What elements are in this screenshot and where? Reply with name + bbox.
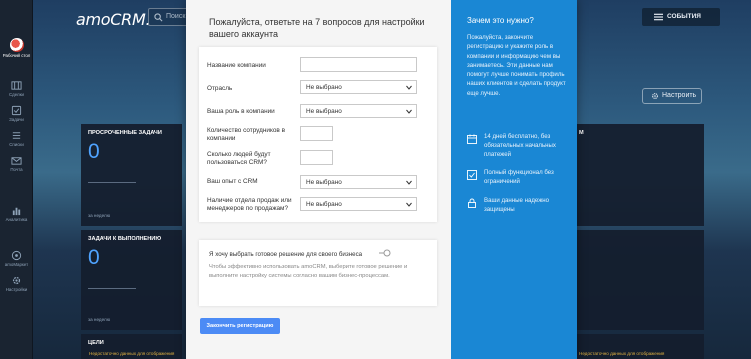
sidebar-item-label: Списки bbox=[9, 142, 24, 147]
sidebar-item-dashboard[interactable]: Рабочий стол bbox=[0, 38, 33, 59]
crm-users-label: Сколько людей будут пользоваться CRM? bbox=[207, 151, 271, 166]
industry-select[interactable]: Не выбрано bbox=[300, 80, 417, 94]
modal-form-panel: Пожалуйста, ответьте на 7 вопросов для н… bbox=[186, 0, 451, 359]
sidebar-item-label: Почта bbox=[10, 167, 23, 172]
overdue-tasks-widget[interactable]: ПРОСРОЧЕННЫЕ ЗАДАЧИ 0 за неделю bbox=[81, 124, 182, 226]
divider bbox=[88, 288, 136, 289]
why-title: Зачем это нужно? bbox=[467, 16, 534, 25]
why-panel: Зачем это нужно? Пожалуйста, закончите р… bbox=[451, 0, 577, 359]
mail-icon bbox=[11, 157, 22, 165]
industry-label: Отрасль bbox=[207, 85, 233, 92]
benefit-text: Полный функционал без ограничений bbox=[484, 169, 554, 185]
benefit-text: Ваши данные надежно защищены bbox=[484, 197, 550, 213]
employees-field[interactable] bbox=[300, 126, 333, 141]
sidebar-item-analytics[interactable]: Аналитика bbox=[0, 205, 33, 223]
sidebar-item-label: Аналитика bbox=[5, 217, 28, 222]
menu-icon bbox=[654, 13, 663, 21]
crm-users-field[interactable] bbox=[300, 150, 333, 165]
market-icon bbox=[11, 250, 22, 261]
customize-label: Настроить bbox=[662, 92, 697, 99]
right-widget[interactable]: М bbox=[577, 124, 704, 226]
events-label: СОБЫТИЯ bbox=[667, 13, 701, 20]
chevron-down-icon bbox=[406, 202, 412, 207]
widget-warning: Недостаточно данных для отображения bbox=[579, 351, 665, 356]
widget-warning: Недостаточно данных для отображения bbox=[89, 351, 175, 356]
goals-widget[interactable]: ЦЕЛИ Недостаточно данных для отображения bbox=[81, 334, 182, 359]
crm-experience-label: Ваш опыт с CRM bbox=[207, 178, 258, 185]
search-placeholder: Поиск bbox=[166, 13, 186, 20]
dashboard-icon bbox=[9, 38, 24, 52]
role-select[interactable]: Не выбрано bbox=[300, 104, 417, 118]
sales-dept-label: Наличие отдела продаж или менеджеров по … bbox=[207, 197, 292, 212]
widget-period: за неделю bbox=[88, 317, 111, 322]
widget-period: за неделю bbox=[88, 213, 111, 218]
widget-value: 0 bbox=[88, 140, 100, 163]
divider bbox=[88, 182, 136, 183]
sidebar-item-label: Рабочий стол bbox=[2, 53, 31, 58]
role-value: Не выбрано bbox=[306, 108, 342, 115]
calendar-icon bbox=[467, 134, 477, 144]
gear-icon bbox=[652, 93, 658, 99]
widget-title: ЦЕЛИ bbox=[88, 340, 104, 346]
right-goals-widget[interactable]: Недостаточно данных для отображения bbox=[577, 334, 704, 359]
sidebar-item-settings[interactable]: Настройки bbox=[0, 275, 33, 293]
sidebar-item-label: amoМаркет bbox=[4, 262, 29, 267]
app-logo: amoCRM. bbox=[76, 10, 151, 29]
benefit-text: 14 дней бесплатно, без обязательных нача… bbox=[484, 133, 556, 158]
lists-icon bbox=[12, 132, 21, 139]
sidebar-item-mail[interactable]: Почта bbox=[0, 155, 33, 173]
customize-button[interactable]: Настроить bbox=[642, 88, 702, 104]
analytics-icon bbox=[12, 207, 21, 216]
modal-heading: Пожалуйста, ответьте на 7 вопросов для н… bbox=[209, 17, 425, 39]
company-name-label: Название компании bbox=[207, 62, 266, 69]
tasks-icon bbox=[11, 105, 22, 116]
ready-solution-description: Чтобы эффективно использовать amoCRM, вы… bbox=[209, 264, 408, 279]
crm-experience-select[interactable]: Не выбрано bbox=[300, 175, 417, 189]
onboarding-modal: Пожалуйста, ответьте на 7 вопросов для н… bbox=[186, 0, 577, 359]
check-icon bbox=[467, 170, 477, 180]
search-icon bbox=[154, 13, 163, 22]
why-text: Пожалуйста, закончите регистрацию и укаж… bbox=[467, 34, 566, 97]
widget-title: М bbox=[579, 130, 584, 136]
widget-title: ПРОСРОЧЕННЫЕ ЗАДАЧИ bbox=[88, 130, 162, 136]
sidebar-item-tasks[interactable]: Задачи bbox=[0, 105, 33, 123]
ready-solution-toggle[interactable] bbox=[379, 249, 391, 257]
right-widget-2[interactable] bbox=[577, 230, 704, 330]
sidebar-item-deals[interactable]: Сделки bbox=[0, 80, 33, 98]
sales-dept-value: Не выбрано bbox=[306, 201, 342, 208]
left-sidebar: Рабочий стол Сделки Задачи Списки Почта … bbox=[0, 0, 33, 359]
crm-experience-value: Не выбрано bbox=[306, 179, 342, 186]
sidebar-item-label: Настройки bbox=[5, 287, 28, 292]
industry-value: Не выбрано bbox=[306, 84, 342, 91]
sales-dept-select[interactable]: Не выбрано bbox=[300, 197, 417, 211]
ready-solution-card: Я хочу выбрать готовое решение для своег… bbox=[199, 240, 437, 306]
chevron-down-icon bbox=[406, 109, 412, 114]
role-label: Ваша роль в компании bbox=[207, 108, 275, 115]
ready-solution-question: Я хочу выбрать готовое решение для своег… bbox=[209, 251, 363, 258]
settings-icon bbox=[12, 276, 21, 285]
lock-icon bbox=[468, 198, 476, 208]
sidebar-item-market[interactable]: amoМаркет bbox=[0, 250, 33, 268]
sidebar-item-label: Сделки bbox=[9, 92, 24, 97]
finish-registration-label: Закончить регистрацию bbox=[206, 323, 274, 329]
events-button[interactable]: СОБЫТИЯ bbox=[642, 8, 720, 26]
sidebar-item-lists[interactable]: Списки bbox=[0, 130, 33, 148]
chevron-down-icon bbox=[406, 85, 412, 90]
employees-label: Количество сотрудников в компании bbox=[207, 127, 285, 142]
chevron-down-icon bbox=[406, 180, 412, 185]
widget-value: 0 bbox=[88, 246, 100, 269]
finish-registration-button[interactable]: Закончить регистрацию bbox=[200, 318, 280, 334]
sidebar-item-label: Задачи bbox=[9, 117, 24, 122]
widget-title: ЗАДАЧИ К ВЫПОЛНЕНИЮ bbox=[88, 236, 162, 242]
todo-tasks-widget[interactable]: ЗАДАЧИ К ВЫПОЛНЕНИЮ 0 за неделю bbox=[81, 230, 182, 330]
company-name-field[interactable] bbox=[300, 57, 417, 72]
deals-icon bbox=[11, 81, 22, 90]
questionnaire-card: Название компании Отрасль Не выбрано Ваш… bbox=[199, 47, 437, 222]
